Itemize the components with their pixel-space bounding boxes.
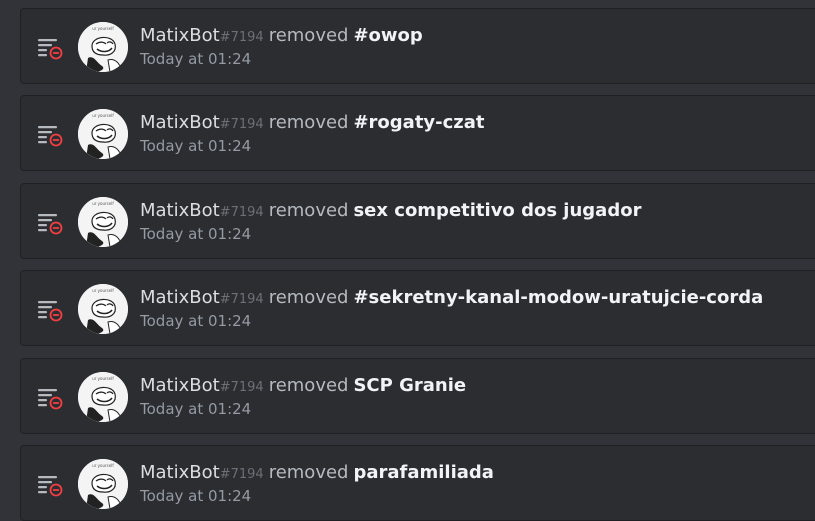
avatar[interactable]: ur yourself (78, 197, 128, 247)
channel-delete-icon (38, 476, 63, 497)
username[interactable]: MatixBot (140, 375, 220, 396)
audit-log-entry[interactable]: ur yourself MatixBot#7194 removed #rogaty-… (20, 95, 815, 171)
entry-summary: MatixBot#7194 removed sex competitivo dos … (140, 199, 641, 225)
entry-summary: MatixBot#7194 removed #owop (140, 24, 423, 50)
user-avatar-image: ur yourself (78, 284, 128, 334)
username[interactable]: MatixBot (140, 200, 220, 221)
channel-delete-icon (38, 126, 63, 147)
username[interactable]: MatixBot (140, 25, 220, 46)
target-name: sex competitivo dos jugador (353, 200, 642, 221)
action-label: removed (268, 375, 349, 396)
username[interactable]: MatixBot (140, 112, 220, 133)
target-name: parafamiliada (353, 462, 494, 483)
target-name: #owop (353, 25, 423, 46)
discriminator: #7194 (219, 117, 264, 132)
timestamp: Today at 01:24 (140, 400, 252, 418)
avatar[interactable]: ur yourself (78, 109, 128, 159)
avatar[interactable]: ur yourself (78, 372, 128, 422)
svg-text:ur yourself: ur yourself (92, 26, 114, 31)
timestamp: Today at 01:24 (140, 312, 252, 330)
username[interactable]: MatixBot (140, 462, 220, 483)
avatar[interactable]: ur yourself (78, 284, 128, 334)
channel-delete-icon (38, 301, 63, 322)
timestamp: Today at 01:24 (140, 137, 252, 155)
discriminator: #7194 (219, 380, 264, 395)
entry-summary: MatixBot#7194 removed SCP Granie (140, 374, 466, 400)
target-name: #rogaty-czat (353, 112, 485, 133)
svg-text:ur yourself: ur yourself (92, 463, 114, 468)
svg-text:ur yourself: ur yourself (92, 201, 114, 206)
user-avatar-image: ur yourself (78, 459, 128, 509)
channel-delete-icon (38, 39, 63, 60)
channel-delete-icon (38, 389, 63, 410)
action-label: removed (268, 25, 349, 46)
entry-summary: MatixBot#7194 removed #rogaty-czat (140, 111, 485, 137)
user-avatar-image: ur yourself (78, 109, 128, 159)
discriminator: #7194 (219, 205, 264, 220)
discriminator: #7194 (219, 292, 264, 307)
user-avatar-image: ur yourself (78, 22, 128, 72)
target-name: SCP Granie (353, 375, 467, 396)
entry-summary: MatixBot#7194 removed #sekretny-kanal-modo… (140, 286, 763, 312)
timestamp: Today at 01:24 (140, 487, 252, 505)
action-label: removed (268, 112, 349, 133)
action-label: removed (268, 462, 349, 483)
action-label: removed (268, 287, 349, 308)
entry-summary: MatixBot#7194 removed parafamiliada (140, 461, 494, 487)
timestamp: Today at 01:24 (140, 50, 252, 68)
svg-text:ur yourself: ur yourself (92, 288, 114, 293)
audit-log-list: ur yourself MatixBot#7194 removed #owop To… (0, 0, 815, 521)
audit-log-entry[interactable]: ur yourself MatixBot#7194 removed sex comp… (20, 183, 815, 259)
action-label: removed (268, 200, 349, 221)
svg-text:ur yourself: ur yourself (92, 113, 114, 118)
timestamp: Today at 01:24 (140, 225, 252, 243)
username[interactable]: MatixBot (140, 287, 220, 308)
discriminator: #7194 (219, 467, 264, 482)
target-name: #sekretny-kanal-modow-uratujcie-corda (353, 287, 764, 308)
avatar[interactable]: ur yourself (78, 22, 128, 72)
audit-log-entry[interactable]: ur yourself MatixBot#7194 removed parafami… (20, 445, 815, 521)
user-avatar-image: ur yourself (78, 372, 128, 422)
channel-delete-icon (38, 214, 63, 235)
avatar[interactable]: ur yourself (78, 459, 128, 509)
svg-text:ur yourself: ur yourself (92, 376, 114, 381)
user-avatar-image: ur yourself (78, 197, 128, 247)
audit-log-entry[interactable]: ur yourself MatixBot#7194 removed SCP Gran… (20, 358, 815, 434)
audit-log-entry[interactable]: ur yourself MatixBot#7194 removed #sekretn… (20, 270, 815, 346)
audit-log-entry[interactable]: ur yourself MatixBot#7194 removed #owop To… (20, 8, 815, 84)
discriminator: #7194 (219, 30, 264, 45)
